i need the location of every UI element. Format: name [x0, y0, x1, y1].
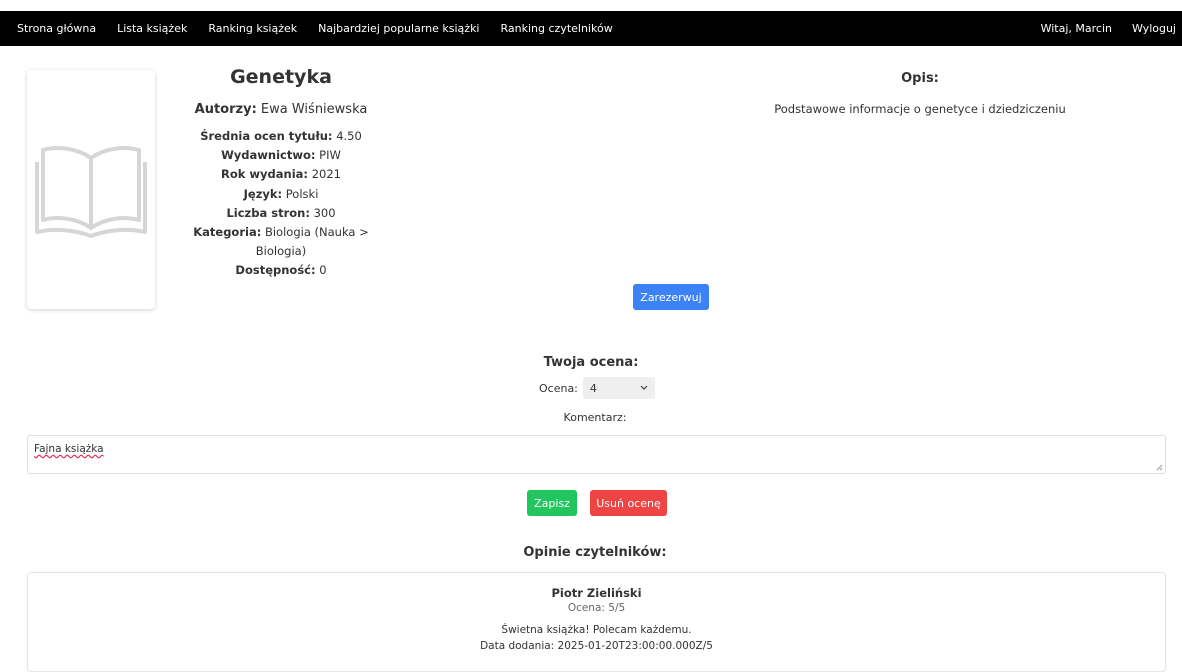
description-text: Podstawowe informacje o genetyce i dzied… — [774, 102, 1066, 116]
rating-title: Twoja ocena: — [543, 355, 639, 370]
page-count: Liczba stron: 300 — [170, 204, 392, 223]
year-label: Rok wydania: — [221, 167, 309, 182]
nav-book-list[interactable]: Lista książek — [117, 22, 187, 35]
category-value: Biologia (Nauka > Biologia) — [255, 225, 369, 259]
comment-value: Fajna książka — [34, 443, 104, 455]
score-select-value: 4 — [589, 381, 597, 395]
nav-reader-ranking[interactable]: Ranking czytelników — [501, 22, 613, 35]
chevron-down-icon — [640, 385, 648, 390]
delete-rating-button[interactable]: Usuń ocenę — [590, 490, 667, 516]
availability-label: Dostępność: — [235, 263, 316, 278]
rating-row: Ocena: 4 — [539, 377, 655, 399]
authors-label: Autorzy: — [194, 102, 257, 117]
book-authors: Autorzy: Ewa Wiśniewska — [170, 102, 392, 117]
score-label: Ocena: — [539, 381, 578, 395]
nav-popular-books[interactable]: Najbardziej popularne książki — [318, 22, 479, 35]
avg-label: Średnia ocen tytułu: — [200, 129, 333, 143]
score-select[interactable]: 4 — [582, 377, 655, 399]
language-value: Polski — [285, 186, 319, 201]
category-label: Kategoria: — [193, 225, 262, 240]
publisher-value: PIW — [319, 148, 341, 163]
comment-textarea[interactable]: Fajna książka — [27, 435, 1166, 474]
language-label: Język: — [243, 186, 283, 201]
nav-right: Witaj, Marcin Wyloguj — [1021, 11, 1182, 46]
open-book-icon — [35, 145, 147, 238]
availability: Dostępność: 0 — [170, 261, 392, 280]
reviewer-name: Piotr Zieliński — [551, 586, 642, 600]
language: Język: Polski — [170, 185, 392, 204]
reserve-button[interactable]: Zarezerwuj — [633, 284, 709, 310]
publisher-label: Wydawnictwo: — [221, 148, 316, 163]
pages-value: 300 — [313, 205, 336, 220]
availability-value: 0 — [319, 263, 327, 278]
nav-left: Strona główna Lista książek Ranking ksią… — [0, 11, 617, 46]
book-title: Genetyka — [230, 66, 332, 88]
comment-label: Komentarz: — [563, 411, 627, 424]
publisher: Wydawnictwo: PIW — [170, 146, 392, 165]
book-cover — [27, 70, 155, 309]
review-card: Piotr Zieliński Ocena: 5/5 Świetna książ… — [27, 572, 1166, 672]
navbar: Strona główna Lista książek Ranking ksią… — [0, 11, 1182, 46]
review-date: Data dodania: 2025-01-20T23:00:00.000Z/5 — [480, 640, 713, 652]
year-value: 2021 — [311, 167, 341, 182]
pages-label: Liczba stron: — [226, 205, 310, 220]
category: Kategoria: Biologia (Nauka > Biologia) — [170, 223, 392, 261]
review-text: Świetna książka! Polecam każdemu. — [501, 624, 692, 636]
avg-value: 4.50 — [336, 129, 362, 143]
resize-grip-icon[interactable] — [1156, 464, 1163, 471]
book-info: Genetyka Autorzy: Ewa Wiśniewska Średnia… — [170, 66, 392, 281]
review-score: Ocena: 5/5 — [567, 602, 626, 614]
nav-book-ranking[interactable]: Ranking książek — [208, 22, 297, 35]
reviews-title: Opinie czytelników: — [523, 545, 667, 560]
save-button[interactable]: Zapisz — [527, 490, 577, 516]
nav-home[interactable]: Strona główna — [17, 22, 96, 35]
avg-rating: Średnia ocen tytułu: 4.50 — [170, 127, 392, 146]
description: Opis: Podstawowe informacje o genetyce i… — [744, 71, 1096, 116]
authors-value: Ewa Wiśniewska — [260, 102, 368, 117]
publish-year: Rok wydania: 2021 — [170, 165, 392, 184]
nav-greeting[interactable]: Witaj, Marcin — [1041, 22, 1112, 35]
nav-logout[interactable]: Wyloguj — [1132, 22, 1176, 35]
description-title: Opis: — [901, 71, 939, 86]
